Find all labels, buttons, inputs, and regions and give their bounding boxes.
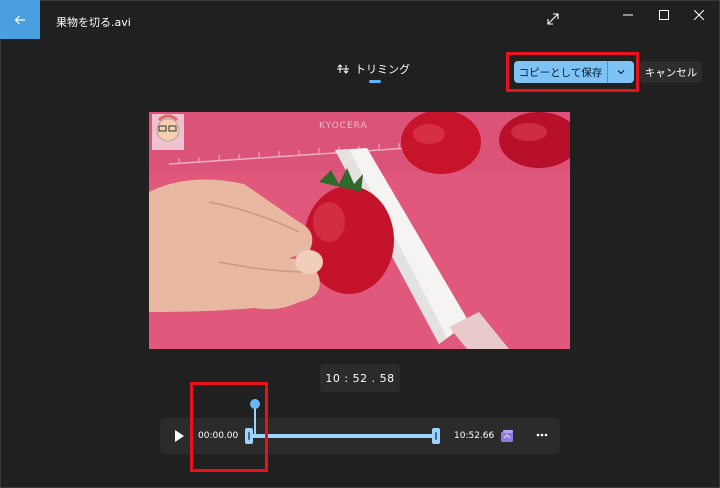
more-icon (536, 433, 548, 437)
minimize-button[interactable] (613, 6, 643, 24)
playhead-line (254, 404, 256, 438)
start-time: 00:00.00 (198, 431, 239, 441)
trim-icon (337, 64, 349, 74)
trim-start-handle[interactable] (245, 428, 253, 444)
maximize-button[interactable] (649, 6, 679, 24)
end-time: 10:52.66 (454, 431, 495, 441)
clip-effect-icon[interactable] (500, 429, 515, 443)
playhead-handle[interactable] (250, 399, 260, 409)
save-button-group: コピーとして保存 (514, 61, 634, 83)
back-arrow-icon (14, 15, 25, 24)
tab-trim-label: トリミング (355, 63, 410, 76)
trim-track[interactable] (249, 434, 437, 438)
maximize-icon (659, 10, 669, 20)
more-options-button[interactable] (534, 427, 550, 443)
minimize-icon (623, 14, 633, 16)
tab-trim[interactable]: トリミング (336, 60, 410, 78)
save-dropdown-button[interactable] (608, 61, 634, 83)
expand-icon[interactable] (545, 11, 561, 27)
close-icon (694, 10, 704, 20)
play-button[interactable] (171, 428, 187, 444)
video-logo-text: KYOCERA (319, 121, 368, 131)
play-icon (175, 430, 184, 442)
video-preview[interactable]: KYOCERA (149, 112, 570, 349)
close-button[interactable] (684, 6, 714, 24)
window-title: 果物を切る.avi (56, 16, 131, 29)
cancel-button[interactable]: キャンセル (640, 61, 702, 83)
video-frame: KYOCERA (149, 112, 570, 349)
tab-active-indicator (369, 80, 381, 83)
save-as-copy-button[interactable]: コピーとして保存 (514, 61, 608, 83)
back-button[interactable] (0, 0, 40, 39)
chevron-down-icon (617, 70, 625, 75)
trim-end-handle[interactable] (432, 428, 440, 444)
timecode-display: 10 : 52 . 58 (320, 364, 400, 392)
